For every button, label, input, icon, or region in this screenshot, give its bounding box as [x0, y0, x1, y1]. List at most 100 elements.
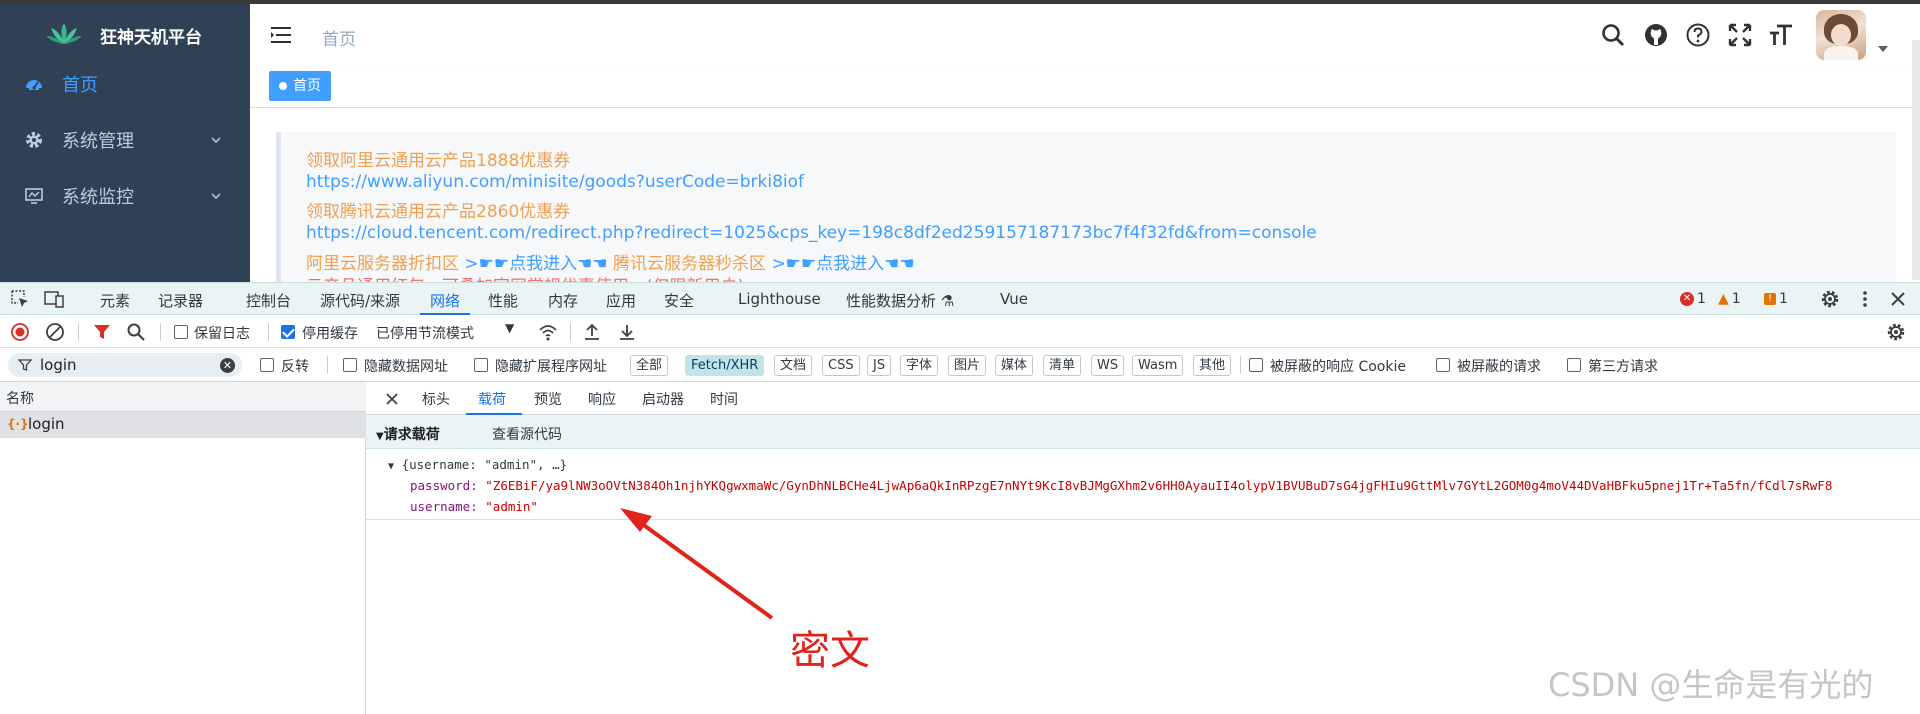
tab-performance[interactable]: 性能 — [488, 290, 518, 311]
settings-gear-icon[interactable] — [1820, 289, 1840, 309]
tab-initiator[interactable]: 启动器 — [642, 389, 684, 409]
sidebar-item-system-management[interactable]: 系统管理 — [0, 112, 250, 168]
promo-line: 阿里云服务器折扣区 >☛☛点我进入☚☚ 腾讯云服务器秒杀区 >☛☛点我进入☚☚ — [306, 249, 915, 274]
tab-memory[interactable]: 内存 — [548, 290, 578, 311]
search-icon[interactable] — [1600, 22, 1626, 48]
payload-username-row[interactable]: username: "admin" — [410, 499, 538, 514]
payload-summary-text: {username: "admin", …} — [401, 457, 568, 472]
filter-funnel-icon[interactable] — [92, 322, 112, 342]
request-row[interactable]: {·} login — [0, 412, 366, 438]
download-icon[interactable] — [617, 322, 637, 342]
type-chip-manifest[interactable]: 清单 — [1043, 355, 1082, 376]
close-detail-icon[interactable] — [382, 389, 402, 409]
notice-link[interactable]: https://cloud.tencent.com/redirect.php?r… — [306, 223, 1317, 243]
upload-icon[interactable] — [582, 322, 602, 342]
tab-network[interactable]: 网络 — [430, 290, 460, 311]
notice-line: 领取阿里云通用云产品1888优惠券 — [306, 151, 571, 171]
page-scrollbar[interactable] — [1912, 40, 1920, 280]
font-size-icon[interactable] — [1768, 22, 1794, 48]
divider — [268, 323, 269, 341]
sidebar-item-system-monitor[interactable]: 系统监控 — [0, 168, 250, 224]
promo-tencent-link[interactable]: >☛☛点我进入☚☚ — [771, 254, 914, 274]
more-options-icon[interactable] — [1855, 289, 1875, 309]
invert-checkbox[interactable] — [260, 358, 274, 372]
record-stop-icon[interactable] — [10, 322, 30, 342]
breadcrumb[interactable]: 首页 — [322, 25, 356, 50]
sidebar-item-label: 系统管理 — [62, 131, 134, 152]
third-party-checkbox[interactable] — [1567, 358, 1581, 372]
clear-icon[interactable] — [45, 322, 65, 342]
disable-cache-checkbox[interactable] — [281, 325, 295, 339]
device-toolbar-icon[interactable] — [44, 289, 64, 309]
promo-aliyun-link[interactable]: >☛☛点我进入☚☚ — [464, 254, 607, 274]
fullscreen-icon[interactable] — [1727, 22, 1753, 48]
payload-object-summary[interactable]: ▼ {username: "admin", …} — [388, 457, 567, 472]
column-header-name[interactable]: 名称 — [0, 382, 366, 412]
blocked-requests-checkbox[interactable] — [1436, 358, 1450, 372]
type-chip-doc[interactable]: 文档 — [774, 355, 813, 376]
type-chip-all[interactable]: 全部 — [630, 355, 669, 376]
caret-down-icon[interactable]: ▼ — [505, 321, 514, 335]
tab-vue[interactable]: Vue — [1000, 290, 1028, 308]
tab-elements[interactable]: 元素 — [100, 290, 130, 311]
hide-extension-urls-checkbox[interactable] — [474, 358, 488, 372]
warning-count-value: 1 — [1731, 291, 1741, 307]
promo-aliyun-label: 阿里云服务器折扣区 — [306, 254, 459, 274]
type-chip-other[interactable]: 其他 — [1193, 355, 1232, 376]
tag-home[interactable]: 首页 — [269, 71, 331, 101]
clear-filter-icon[interactable]: ✕ — [220, 358, 235, 373]
tab-response[interactable]: 响应 — [588, 389, 616, 409]
search-icon[interactable] — [126, 322, 146, 342]
tab-security[interactable]: 安全 — [664, 290, 694, 311]
hamburger-menu-icon[interactable] — [270, 24, 292, 46]
payload-password-row[interactable]: password: "Z6EBiF/ya9lNW3oOVtN384Oh1njhY… — [410, 478, 1832, 493]
caret-down-icon[interactable] — [1878, 46, 1888, 52]
issue-icon: ! — [1764, 293, 1776, 305]
network-conditions-icon[interactable] — [538, 322, 558, 342]
payload-section-title: ▼请求载荷 — [376, 424, 440, 444]
tab-timing[interactable]: 时间 — [710, 389, 738, 409]
app-navbar: 首页 — [250, 4, 1920, 66]
divider — [160, 323, 161, 341]
type-chip-media[interactable]: 媒体 — [995, 355, 1034, 376]
network-settings-icon[interactable] — [1886, 322, 1906, 342]
error-count-value: 1 — [1697, 291, 1706, 307]
type-chip-js[interactable]: JS — [867, 355, 892, 376]
close-icon[interactable] — [1888, 289, 1908, 309]
type-chip-ws[interactable]: WS — [1091, 355, 1125, 376]
throttle-select[interactable]: 已停用节流模式 — [376, 323, 474, 343]
request-list: 名称 {·} login — [0, 382, 366, 714]
blocked-cookies-checkbox[interactable] — [1249, 358, 1263, 372]
type-chip-fetch-xhr[interactable]: Fetch/XHR — [685, 355, 765, 376]
tab-recorder[interactable]: 记录器 — [158, 290, 203, 311]
type-chip-font[interactable]: 字体 — [900, 355, 939, 376]
tab-performance-insights[interactable]: 性能数据分析 ⚗ — [846, 290, 954, 311]
preserve-log-label: 保留日志 — [194, 326, 250, 342]
type-chip-css[interactable]: CSS — [822, 355, 860, 376]
user-avatar[interactable] — [1816, 10, 1866, 60]
tab-lighthouse[interactable]: Lighthouse — [738, 290, 821, 308]
brand[interactable]: 狂神天机平台 — [0, 4, 250, 64]
tab-console[interactable]: 控制台 — [246, 290, 291, 311]
notice-link[interactable]: https://www.aliyun.com/minisite/goods?us… — [306, 172, 804, 192]
preserve-log-checkbox[interactable] — [174, 325, 188, 339]
payload-section-header[interactable]: ▼请求载荷 查看源代码 — [366, 415, 1920, 449]
tab-headers[interactable]: 标头 — [422, 389, 450, 409]
tab-preview[interactable]: 预览 — [534, 389, 562, 409]
tab-sources[interactable]: 源代码/来源 — [320, 290, 400, 311]
github-icon[interactable] — [1643, 22, 1669, 48]
help-icon[interactable] — [1685, 22, 1711, 48]
tab-application[interactable]: 应用 — [606, 290, 636, 311]
type-chip-wasm[interactable]: Wasm — [1132, 355, 1184, 376]
filter-input[interactable]: login ✕ — [8, 353, 242, 377]
issue-count[interactable]: ! 1 — [1764, 291, 1788, 307]
type-chip-img[interactable]: 图片 — [948, 355, 987, 376]
chevron-down-icon — [211, 137, 221, 144]
inspect-element-icon[interactable] — [10, 289, 30, 309]
view-source-link[interactable]: 查看源代码 — [492, 424, 562, 444]
tab-payload[interactable]: 载荷 — [478, 389, 506, 409]
error-count[interactable]: ✕ 1 — [1680, 291, 1706, 307]
sidebar-item-home[interactable]: 首页 — [0, 56, 250, 112]
warning-count[interactable]: ▲ 1 — [1718, 291, 1741, 307]
hide-data-urls-checkbox[interactable] — [343, 358, 357, 372]
